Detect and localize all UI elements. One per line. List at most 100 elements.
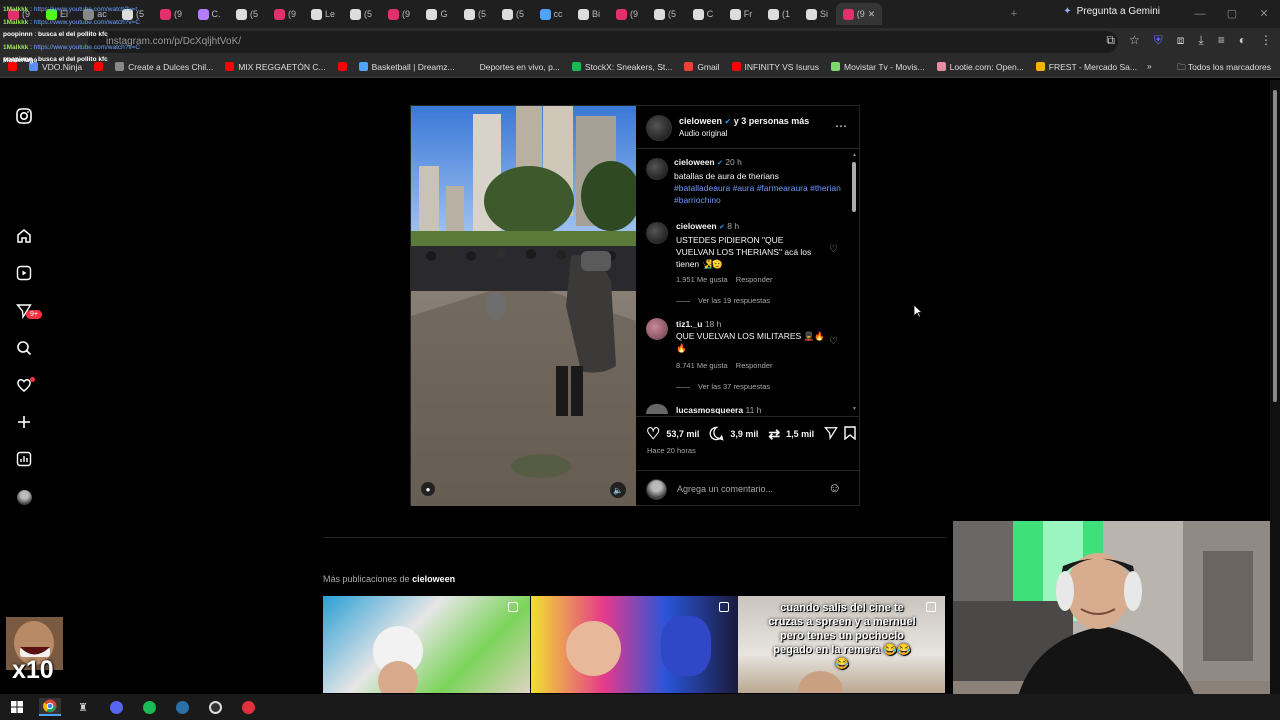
cast-icon[interactable]: ⧉ [1106,33,1115,48]
browser-tab[interactable]: (9 [266,3,304,25]
more-post-thumb-1[interactable] [323,596,530,693]
browser-tab[interactable]: Fr [722,3,760,25]
browser-tab[interactable]: Bi [570,3,608,25]
more-post-thumb-3[interactable]: cuando salis del cine te cruzas a spreen… [738,596,945,693]
browser-tab[interactable]: G [418,3,456,25]
comment-icon[interactable] [709,426,724,443]
comment-user[interactable]: lucasmosqueera [676,405,743,414]
comment-likes[interactable]: 8.741 Me gusta [676,361,728,370]
comment-like-icon[interactable]: ♡ [829,244,838,255]
close-window-button[interactable]: ✕ [1248,0,1280,28]
reply-button[interactable]: Responder [736,275,773,284]
bookmark-item[interactable]: INFINITY VS Isurus [731,62,819,72]
bookmark-item[interactable] [337,62,347,71]
browser-tab[interactable]: (9 [608,3,646,25]
instagram-logo-icon[interactable] [15,107,33,125]
discord-taskbar-icon[interactable] [105,698,127,716]
bookmark-item[interactable]: Movistar Tv - Movis... [831,62,925,72]
gemini-button[interactable]: ✦ Pregunta a Gemini [1063,6,1160,17]
home-icon[interactable] [15,227,33,245]
comment-avatar[interactable] [646,318,668,340]
obs-taskbar-icon[interactable] [204,698,226,716]
browser-tab[interactable]: (1 [760,3,798,25]
spotify-taskbar-icon[interactable] [138,698,160,716]
maximize-button[interactable]: ▢ [1216,0,1248,28]
capcut-taskbar-icon[interactable] [237,698,259,716]
browser-tab[interactable]: Le [304,3,342,25]
menu-icon[interactable]: ⋮ [1260,33,1272,48]
repost-icon[interactable]: ⇄ [768,426,780,443]
comment-input[interactable]: Agrega un comentario... [677,484,773,494]
scrollbar-thumb[interactable] [852,162,856,212]
caption-avatar[interactable] [646,158,668,180]
reposts-count[interactable]: 1,5 mil [786,429,814,439]
search-icon[interactable] [15,339,33,357]
more-posts-user[interactable]: cieloween [412,574,455,584]
browser-tab[interactable]: (5 [646,3,684,25]
browser-tab[interactable]: Si [798,3,836,25]
extensions-icon[interactable]: ⧈ [1177,33,1185,48]
comment-avatar[interactable] [646,404,668,414]
browser-tab[interactable]: (5 [456,3,494,25]
create-plus-icon[interactable] [15,413,33,431]
coauthors-link[interactable]: y 3 personas más [734,116,810,126]
bookmark-item[interactable]: Gmail [684,62,720,72]
reply-button[interactable]: Responder [736,361,773,370]
view-replies[interactable]: Ver las 19 respuestas [676,296,770,305]
media-control-icon[interactable]: ≡ [1218,33,1225,48]
emoji-icon[interactable]: ☺ [828,480,841,495]
post-video[interactable]: ● 🔈 [411,106,636,506]
browser-tab[interactable]: (9 ✕ [836,3,882,25]
browser-tab[interactable]: C [684,3,722,25]
save-icon[interactable] [844,426,856,442]
likes-count[interactable]: 53,7 mil [666,429,699,439]
reels-icon[interactable] [15,264,33,282]
browser-tab[interactable]: (5 [342,3,380,25]
caption-hashtags[interactable]: #batalladeaura #aura #farmearaura #theri… [674,183,841,205]
page-scrollbar[interactable] [1270,80,1280,694]
bookmark-item[interactable]: Lootie.com: Open... [936,62,1024,72]
bookmark-item[interactable]: MIX REGGAETÓN C... [225,62,326,72]
download-icon[interactable]: ⤓ [1198,33,1203,48]
chrome-taskbar-icon[interactable] [39,698,61,716]
bookmark-star-icon[interactable]: ☆ [1129,33,1140,48]
share-icon[interactable] [824,426,838,442]
dashboard-icon[interactable] [15,450,33,468]
steam-taskbar-icon[interactable] [171,698,193,716]
mute-icon[interactable]: 🔈 [610,482,626,498]
browser-tab[interactable]: (5 [494,3,532,25]
tagged-user-icon[interactable]: ● [421,482,435,496]
new-tab-button[interactable]: + [998,0,1030,28]
comments-scrollbar[interactable]: ▲ ▼ [851,152,857,414]
author-avatar[interactable] [646,115,672,141]
bookmarks-overflow-icon[interactable]: » [1147,61,1152,71]
all-bookmarks-folder[interactable]: 🗀 Todos los marcadores [1177,62,1271,76]
view-replies[interactable]: Ver las 37 respuestas [676,382,770,391]
browser-tab[interactable]: cc [532,3,570,25]
profile-icon[interactable]: ◐ [1239,33,1246,48]
like-icon[interactable]: ♡ [646,424,660,444]
more-post-thumb-2[interactable] [531,596,738,693]
audio-label[interactable]: Audio original [679,128,809,140]
comment-likes[interactable]: 1.951 Me gusta [676,275,728,284]
bookmark-item[interactable]: StockX: Sneakers, St... [571,62,672,72]
close-tab-icon[interactable]: ✕ [868,9,876,20]
profile-avatar-icon[interactable] [15,488,33,506]
windows-start-icon[interactable] [6,698,28,716]
browser-tab[interactable]: (5 [228,3,266,25]
bookmark-item[interactable]: Basketball | Dreamz... [358,62,455,72]
page-scrollbar-thumb[interactable] [1273,90,1277,402]
caption-user[interactable]: cieloween [674,157,715,167]
url-field[interactable]: instagram.com/p/DcXqljhtVoK/ [88,31,1118,53]
extension-shield-icon[interactable]: ⛨ [1154,33,1163,48]
bookmark-item[interactable]: Deportes en vivo, p... [466,62,560,72]
comment-user[interactable]: tiz1._u [676,319,702,329]
more-options-icon[interactable]: ⋯ [835,119,847,133]
comment-avatar[interactable] [646,222,668,244]
author-name[interactable]: cieloween [679,116,722,126]
comment-like-icon[interactable]: ♡ [829,336,838,347]
browser-tab[interactable]: C. [190,3,228,25]
comment-user[interactable]: cieloween [676,221,717,231]
app-taskbar-icon[interactable]: ♜ [72,698,94,716]
browser-tab[interactable]: (9 [380,3,418,25]
